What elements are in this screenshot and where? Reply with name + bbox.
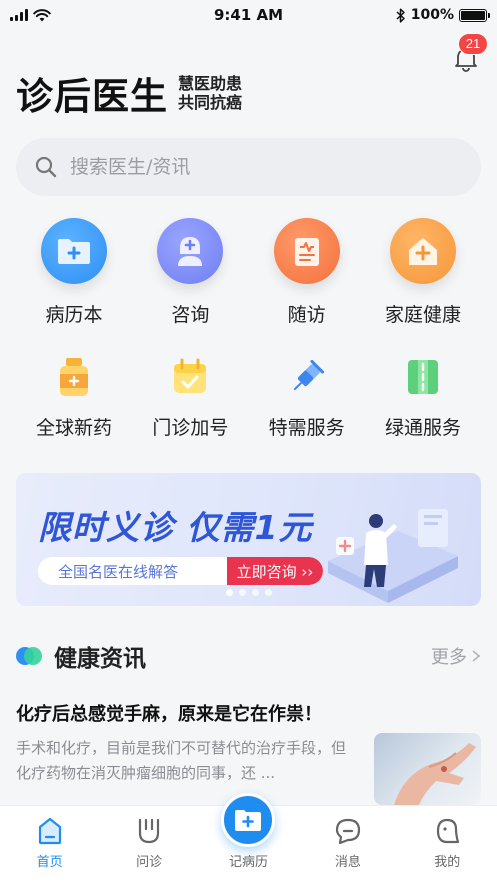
message-icon: [335, 818, 360, 845]
hand-photo-thumbnail: [394, 743, 476, 805]
tab-profile[interactable]: 我的: [398, 806, 497, 870]
doctor-illustration: [328, 509, 458, 603]
wifi-icon: [33, 8, 51, 21]
follow-up-icon-circle: [273, 218, 340, 284]
clipboard-icon: [294, 238, 319, 266]
service-label: 绿通服务: [384, 417, 461, 439]
consult-icon-circle: [157, 218, 224, 284]
carousel-dots: [16, 589, 481, 596]
service-label: 特需服务: [268, 417, 345, 439]
tab-home[interactable]: 首页: [0, 806, 99, 870]
status-time: 9:41 AM: [213, 6, 284, 24]
service-outpatient-booking[interactable]: 门诊加号: [132, 355, 248, 440]
signal-icon: [10, 9, 28, 21]
stethoscope-icon: [138, 818, 160, 844]
battery-percent: 100%: [410, 7, 454, 23]
service-medical-record[interactable]: 病历本: [16, 218, 132, 327]
carousel-dot[interactable]: [238, 589, 246, 596]
service-family-health[interactable]: 家庭健康: [365, 218, 481, 327]
chevron-right-icon: [472, 650, 481, 662]
house-plus-icon: [408, 238, 437, 265]
tab-record[interactable]: 记病历: [199, 793, 298, 870]
search-icon: [35, 156, 57, 178]
battery-icon: [458, 8, 490, 22]
article-title[interactable]: 化疗后总感觉手麻，原来是它在作祟！: [16, 700, 322, 726]
news-section-header: 健康资讯 更多: [16, 638, 481, 674]
slogan-line-2: 共同抗癌: [178, 93, 243, 112]
family-health-icon-circle: [389, 218, 456, 284]
brand-slogan: 慧医助患 共同抗癌: [178, 74, 242, 112]
service-label: 咨询: [171, 304, 210, 326]
calendar-check-icon: [174, 358, 207, 393]
news-section-mark-icon: [16, 647, 42, 665]
doctor-icon: [178, 237, 203, 266]
tab-consult[interactable]: 问诊: [100, 806, 199, 870]
app-screen: 9:41 AM 100% 21 诊后医生 慧医助患 共同抗癌 搜索医生/资讯 病…: [0, 0, 497, 883]
service-global-drugs[interactable]: 全球新药: [16, 355, 132, 440]
news-more-label: 更多: [431, 647, 467, 668]
service-special-needs[interactable]: 特需服务: [249, 355, 365, 440]
tab-label: 问诊: [136, 855, 163, 870]
status-left: [10, 8, 130, 22]
record-fab-button[interactable]: [221, 793, 276, 847]
green-road-icon: [407, 360, 438, 394]
carousel-dot[interactable]: [251, 589, 259, 596]
service-label: 门诊加号: [152, 417, 229, 439]
service-consult[interactable]: 咨询: [132, 218, 248, 327]
folder-plus-icon: [235, 810, 262, 831]
slogan-line-1: 慧医助患: [178, 74, 243, 93]
service-green-channel[interactable]: 绿通服务: [365, 355, 481, 440]
status-bar: 9:41 AM 100%: [0, 0, 497, 30]
tab-label: 首页: [36, 855, 63, 870]
syringe-icon: [293, 359, 324, 391]
promo-banner[interactable]: 限时义诊 仅需1元 全国名医在线解答 立即咨询 ››: [16, 473, 481, 606]
tab-label: 记病历: [228, 855, 268, 870]
tab-label: 我的: [434, 855, 461, 870]
consult-now-button[interactable]: 立即咨询 ››: [227, 557, 323, 585]
article-thumbnail[interactable]: [374, 733, 481, 805]
profile-icon: [437, 818, 460, 844]
tab-label: 消息: [334, 855, 361, 870]
app-logo-title: 诊后医生: [16, 75, 168, 118]
banner-pill: 全国名医在线解答 立即咨询 ››: [38, 557, 323, 585]
service-label: 家庭健康: [384, 304, 461, 326]
service-label: 随访: [287, 304, 326, 326]
carousel-dot[interactable]: [264, 589, 272, 596]
brand-header: 诊后医生 慧医助患 共同抗癌: [16, 66, 242, 120]
bottom-tab-bar: 首页 问诊 记病历 消息 我的: [0, 793, 497, 883]
banner-headline: 限时义诊 仅需1元: [38, 508, 313, 547]
service-label: 病历本: [45, 304, 103, 326]
status-right: 100%: [367, 7, 490, 23]
notification-badge: 21: [458, 33, 488, 55]
tab-messages[interactable]: 消息: [298, 806, 397, 870]
main-services: 病历本 咨询 随访 家庭健康: [16, 218, 481, 327]
folder-plus-icon: [58, 239, 90, 264]
service-label: 全球新药: [35, 417, 112, 439]
search-input[interactable]: [70, 156, 450, 178]
article-summary: 手术和化疗，目前是我们不可替代的治疗手段，但化疗药物在消灭肿瘤细胞的同事，还 .…: [16, 739, 347, 782]
sub-services: 全球新药 门诊加号 特需服务 绿通服务: [16, 355, 481, 440]
service-follow-up[interactable]: 随访: [249, 218, 365, 327]
home-icon: [38, 817, 61, 845]
carousel-dot-active[interactable]: [225, 589, 233, 596]
banner-pill-text: 全国名医在线解答: [58, 562, 179, 581]
medical-record-icon-circle: [41, 218, 107, 284]
search-bar[interactable]: [16, 138, 481, 196]
bluetooth-icon: [396, 7, 405, 23]
medicine-bottle-icon: [60, 358, 88, 396]
news-section-title: 健康资讯: [54, 646, 146, 672]
news-title-wrap: 健康资讯: [16, 639, 146, 673]
news-more-link[interactable]: 更多: [431, 643, 481, 669]
